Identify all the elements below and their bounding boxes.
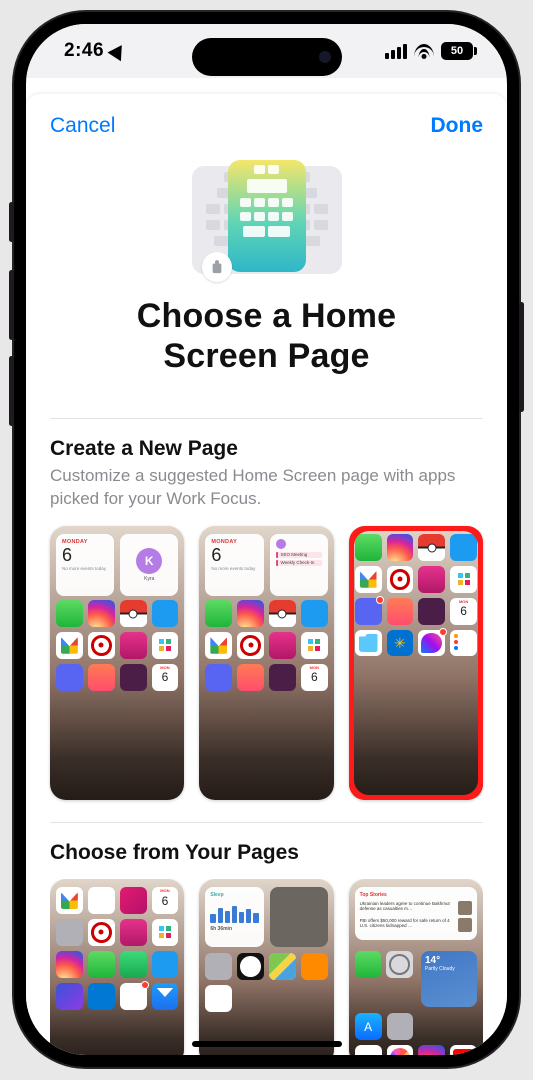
section-title-choose: Choose from Your Pages xyxy=(50,841,483,865)
battery-icon: 50 xyxy=(441,42,477,60)
section-title-create: Create a New Page xyxy=(50,437,483,461)
your-pages-row: Sleep 6h 36min xyxy=(50,879,483,1055)
sleep-widget: Sleep 6h 36min xyxy=(205,887,263,947)
calendar-widget: MONDAY 6 No more events today xyxy=(56,534,114,596)
modal-sheet: Cancel Done xyxy=(26,94,507,1055)
your-page-1[interactable] xyxy=(50,879,184,1055)
schedule-widget: SEO Meeting Weekly Check-In xyxy=(270,534,328,596)
status-time: 2:46 xyxy=(64,40,126,62)
wifi-icon xyxy=(414,44,434,59)
news-widget: Top Stories Ukrainian leaders agree to c… xyxy=(355,887,477,940)
contact-widget: K Kyra xyxy=(120,534,178,596)
suggested-page-3[interactable] xyxy=(349,526,483,800)
cancel-button[interactable]: Cancel xyxy=(50,114,115,138)
done-button[interactable]: Done xyxy=(431,114,484,138)
home-indicator[interactable] xyxy=(192,1041,342,1047)
suggested-page-1[interactable]: MONDAY 6 No more events today K Kyra xyxy=(50,526,184,800)
focus-badge-icon xyxy=(202,252,232,282)
cellular-icon xyxy=(385,44,407,59)
phone-frame: 2:46 50 Cancel Done xyxy=(14,12,519,1067)
suggested-pages-row: MONDAY 6 No more events today K Kyra xyxy=(50,526,483,800)
suggested-page-2[interactable]: MONDAY 6 No more events today SEO Meetin… xyxy=(199,526,333,800)
calendar-widget-2: MONDAY 6 No more events today xyxy=(205,534,263,596)
weather-widget: 14° Partly Cloudy xyxy=(421,951,477,1007)
your-page-2[interactable]: Sleep 6h 36min xyxy=(199,879,333,1055)
your-page-3[interactable]: Top Stories Ukrainian leaders agree to c… xyxy=(349,879,483,1055)
hero-icon xyxy=(192,160,342,278)
page-title: Choose a HomeScreen Page xyxy=(50,296,483,376)
screen: 2:46 50 Cancel Done xyxy=(26,24,507,1055)
sheet-navbar: Cancel Done xyxy=(26,94,507,152)
hero: Choose a HomeScreen Page xyxy=(26,160,507,396)
section-desc-create: Customize a suggested Home Screen page w… xyxy=(50,465,483,510)
batteries-widget xyxy=(270,887,328,947)
dynamic-island xyxy=(192,38,342,76)
location-icon xyxy=(108,41,129,61)
